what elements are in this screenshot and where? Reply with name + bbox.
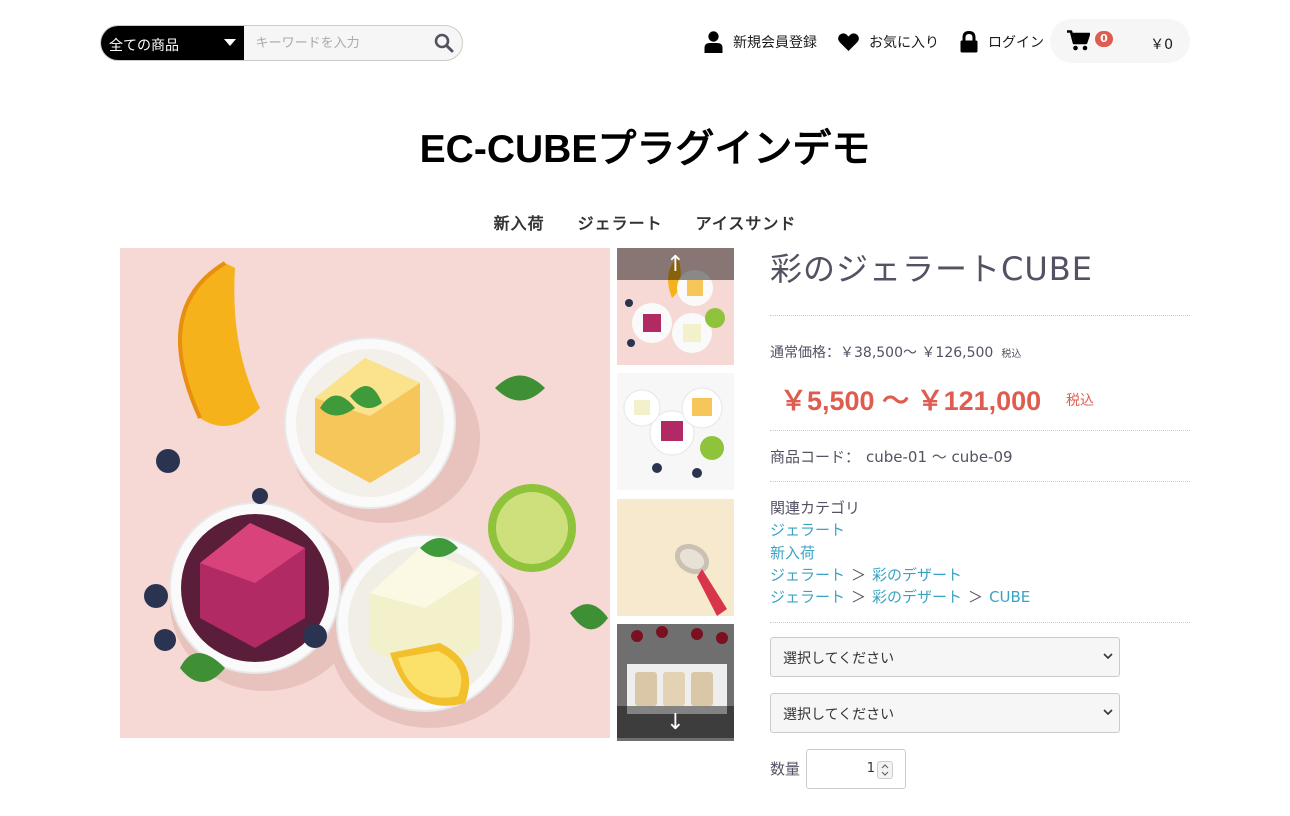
chevron-down-icon xyxy=(1103,650,1113,663)
chevron-down-icon xyxy=(1103,706,1113,719)
divider xyxy=(770,622,1190,623)
sale-price-tax: 税込 xyxy=(1066,393,1094,409)
cart-button[interactable]: 0 ￥0 xyxy=(1050,19,1190,63)
normal-price: 通常価格：￥38,500〜 ￥126,500 税込 xyxy=(770,342,1021,362)
quantity-value: 1 xyxy=(866,761,875,776)
product-name: 彩のジェラートCUBE xyxy=(770,250,1093,288)
login-label: ログイン xyxy=(988,35,1044,51)
class-category-select-2[interactable]: 選択してください xyxy=(770,693,1120,733)
thumbnail-2[interactable] xyxy=(617,373,734,490)
sale-price: ￥5,500 〜 ￥121,000 xyxy=(780,386,1042,416)
divider xyxy=(770,430,1190,431)
product-code: 商品コード： cube-01 〜 cube-09 xyxy=(770,446,1013,467)
search-icon xyxy=(434,33,454,53)
login-link[interactable]: ログイン xyxy=(960,29,1044,55)
gnav-gelato[interactable]: ジェラート xyxy=(578,210,663,234)
breadcrumb-separator: ＞ xyxy=(968,588,984,606)
quantity-stepper[interactable] xyxy=(877,761,893,779)
register-link[interactable]: 新規会員登録 xyxy=(704,29,817,55)
related-category-line: ジェラート ＞ 彩のデザート ＞ CUBE xyxy=(770,586,1030,607)
breadcrumb-separator: ＞ xyxy=(851,566,867,584)
search-button[interactable] xyxy=(426,26,462,60)
related-category-line: 新入荷 xyxy=(770,542,815,563)
select-1-value: 選択してください xyxy=(783,651,895,667)
caret-down-icon xyxy=(223,39,236,46)
quantity-input[interactable]: 1 xyxy=(806,749,906,789)
related-category-line: ジェラート ＞ 彩のデザート xyxy=(770,564,962,585)
gnav-new-arrivals[interactable]: 新入荷 xyxy=(494,210,545,234)
product-code-value: cube-01 〜 cube-09 xyxy=(866,448,1013,466)
category-select-label: 全ての商品 xyxy=(109,38,179,54)
thumbnail-slider: ↑ ↓ xyxy=(617,248,734,741)
category-link-gelato[interactable]: ジェラート xyxy=(770,566,845,584)
thumbnail-3[interactable] xyxy=(617,499,734,616)
site-title[interactable]: EC-CUBEプラグインデモ xyxy=(0,118,1290,174)
category-link-new-arrivals[interactable]: 新入荷 xyxy=(770,544,815,562)
related-category-label: 関連カテゴリ xyxy=(770,499,861,517)
class-category-select-1[interactable]: 選択してください xyxy=(770,637,1120,677)
normal-price-value: ￥38,500〜 ￥126,500 xyxy=(840,345,994,361)
slider-down-button[interactable]: ↓ xyxy=(617,706,734,738)
divider xyxy=(770,481,1190,482)
select-2-value: 選択してください xyxy=(783,707,895,723)
category-link-gelato[interactable]: ジェラート xyxy=(770,588,845,606)
category-link-cube[interactable]: CUBE xyxy=(989,588,1030,606)
breadcrumb-separator: ＞ xyxy=(851,588,867,606)
cart-total: ￥0 xyxy=(1150,37,1173,53)
normal-price-label: 通常価格： xyxy=(770,345,840,361)
global-nav: 新入荷 ジェラート アイスサンド xyxy=(0,210,1290,234)
search-box: 全ての商品 xyxy=(100,25,463,61)
keyword-input[interactable] xyxy=(243,26,426,60)
slider-up-button[interactable]: ↑ xyxy=(617,248,734,280)
favorite-label: お気に入り xyxy=(869,35,939,51)
arrow-down-icon: ↓ xyxy=(666,709,685,735)
favorite-link[interactable]: お気に入り xyxy=(838,29,939,55)
register-label: 新規会員登録 xyxy=(733,35,817,51)
heart-icon xyxy=(838,33,859,51)
category-link-irodori-dessert[interactable]: 彩のデザート xyxy=(872,566,962,584)
category-link-irodori-dessert[interactable]: 彩のデザート xyxy=(872,588,962,606)
product-code-label: 商品コード： xyxy=(770,448,861,466)
arrow-up-icon: ↑ xyxy=(666,251,685,277)
user-icon xyxy=(704,31,723,53)
normal-price-tax: 税込 xyxy=(1001,349,1022,360)
category-select[interactable]: 全ての商品 xyxy=(101,26,244,60)
divider xyxy=(770,315,1190,316)
quantity-label: 数量 xyxy=(770,760,801,778)
related-category-line: ジェラート xyxy=(770,519,845,540)
lock-icon xyxy=(960,31,978,53)
cart-count-badge: 0 xyxy=(1095,31,1113,47)
category-link-gelato[interactable]: ジェラート xyxy=(770,521,845,539)
cart-icon xyxy=(1067,30,1091,55)
gnav-ice-sandwich[interactable]: アイスサンド xyxy=(696,210,797,234)
main-product-image xyxy=(120,248,610,738)
